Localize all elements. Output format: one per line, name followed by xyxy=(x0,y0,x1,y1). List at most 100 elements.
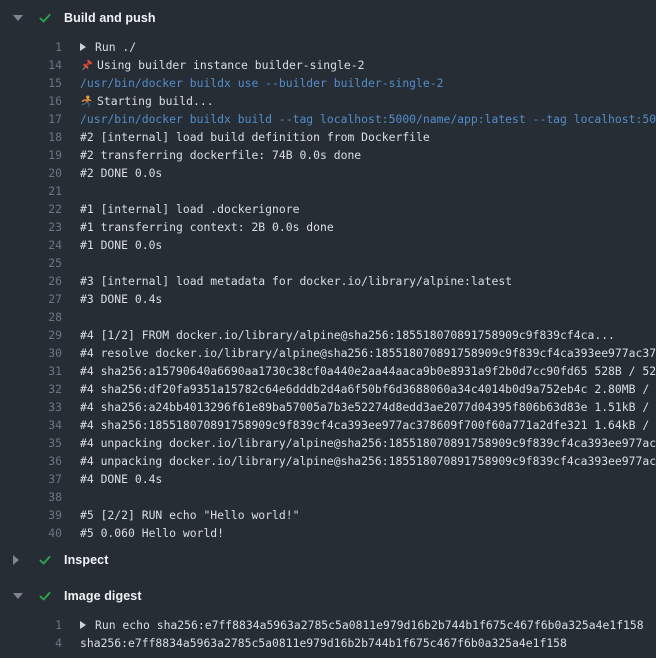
log-line: 19 #2 transferring dockerfile: 74B 0.0s d… xyxy=(13,146,656,164)
log-line: 27 #3 DONE 0.4s xyxy=(13,290,656,308)
pushpin-icon xyxy=(80,59,93,72)
log-line: 38 xyxy=(13,488,656,506)
section-title: Build and push xyxy=(64,11,156,25)
line-number[interactable]: 31 xyxy=(13,362,62,380)
log-lines-image-digest: 1 Run echo sha256:e7ff8834a5963a2785c5a08… xyxy=(0,614,656,652)
line-number[interactable]: 25 xyxy=(13,254,62,272)
log-line: 20 #2 DONE 0.0s xyxy=(13,164,656,182)
line-number[interactable]: 40 xyxy=(13,524,62,542)
log-line: 15/usr/bin/docker buildx use --builder b… xyxy=(13,74,656,92)
line-text: Run ./ xyxy=(95,38,136,56)
line-text: Using builder instance builder-single-2 xyxy=(97,56,364,74)
line-text: #2 DONE 0.0s xyxy=(80,164,162,182)
line-text: #4 resolve docker.io/library/alpine@sha2… xyxy=(80,344,656,362)
runner-icon xyxy=(80,95,93,108)
section-header-inspect[interactable]: Inspect xyxy=(0,542,656,578)
line-text: #5 [2/2] RUN echo "Hello world!" xyxy=(80,506,299,524)
log-line-command: 1 Run echo sha256:e7ff8834a5963a2785c5a08… xyxy=(13,616,656,634)
line-number[interactable]: 20 xyxy=(13,164,62,182)
line-number[interactable]: 14 xyxy=(13,56,62,74)
check-icon xyxy=(38,589,52,603)
line-number[interactable]: 4 xyxy=(13,634,62,652)
log-line: 18 #2 [internal] load build definition fr… xyxy=(13,128,656,146)
check-icon xyxy=(38,11,52,25)
line-number[interactable]: 1 xyxy=(13,616,62,634)
log-line: 25 xyxy=(13,254,656,272)
line-number[interactable]: 33 xyxy=(13,398,62,416)
line-text: #1 DONE 0.0s xyxy=(80,236,162,254)
log-line: 26 #3 [internal] load metadata for docker… xyxy=(13,272,656,290)
log-line: 23 #1 transferring context: 2B 0.0s done xyxy=(13,218,656,236)
log-line: 30 #4 resolve docker.io/library/alpine@sh… xyxy=(13,344,656,362)
line-number[interactable]: 18 xyxy=(13,128,62,146)
line-text: #4 sha256:df20fa9351a15782c64e6dddb2d4a6… xyxy=(80,380,656,398)
line-text: #4 [1/2] FROM docker.io/library/alpine@s… xyxy=(80,326,615,344)
log-line: 37 #4 DONE 0.4s xyxy=(13,470,656,488)
line-text: /usr/bin/docker buildx use --builder bui… xyxy=(80,74,443,92)
log-lines-build-and-push: 1 Run ./ 14 Using builder instance builder-… xyxy=(0,36,656,542)
line-number[interactable]: 37 xyxy=(13,470,62,488)
log-line-command: 1 Run ./ xyxy=(13,38,656,56)
line-number[interactable]: 34 xyxy=(13,416,62,434)
line-number[interactable]: 21 xyxy=(13,182,62,200)
line-number[interactable]: 17 xyxy=(13,110,62,128)
line-text: #4 unpacking docker.io/library/alpine@sh… xyxy=(80,434,656,452)
log-line: 17/usr/bin/docker buildx build --tag loc… xyxy=(13,110,656,128)
line-number[interactable]: 15 xyxy=(13,74,62,92)
line-number[interactable]: 38 xyxy=(13,488,62,506)
log-line: 21 xyxy=(13,182,656,200)
chevron-down-icon xyxy=(13,593,23,599)
line-text: #1 transferring context: 2B 0.0s done xyxy=(80,218,334,236)
line-number[interactable]: 24 xyxy=(13,236,62,254)
line-text: #4 sha256:a15790640a6690aa1730c38cf0a440… xyxy=(80,362,656,380)
line-text: sha256:e7ff8834a5963a2785c5a0811e979d16b… xyxy=(80,634,567,652)
line-text: #2 [internal] load build definition from… xyxy=(80,128,430,146)
line-number[interactable]: 30 xyxy=(13,344,62,362)
log-line: 33 #4 sha256:a24bb4013296f61e89ba57005a7b… xyxy=(13,398,656,416)
line-number[interactable]: 32 xyxy=(13,380,62,398)
line-number[interactable]: 16 xyxy=(13,92,62,110)
log-line: 39 #5 [2/2] RUN echo "Hello world!" xyxy=(13,506,656,524)
log-line: 14 Using builder instance builder-single-… xyxy=(13,56,656,74)
line-text: Run echo sha256:e7ff8834a5963a2785c5a081… xyxy=(95,616,644,634)
line-number[interactable]: 23 xyxy=(13,218,62,236)
log-line: 29 #4 [1/2] FROM docker.io/library/alpine… xyxy=(13,326,656,344)
log-line: 28 xyxy=(13,308,656,326)
expand-group-icon[interactable] xyxy=(80,43,95,51)
log-line: 35 #4 unpacking docker.io/library/alpine@… xyxy=(13,434,656,452)
line-number[interactable]: 22 xyxy=(13,200,62,218)
line-text: #2 transferring dockerfile: 74B 0.0s don… xyxy=(80,146,361,164)
log-line: 24 #1 DONE 0.0s xyxy=(13,236,656,254)
line-text: #4 sha256:185518070891758909c9f839cf4ca3… xyxy=(80,416,656,434)
log-line: 40#5 0.060 Hello world! xyxy=(13,524,656,542)
line-text: #1 [internal] load .dockerignore xyxy=(80,200,299,218)
line-number[interactable]: 39 xyxy=(13,506,62,524)
log-line: 31 #4 sha256:a15790640a6690aa1730c38cf0a4… xyxy=(13,362,656,380)
section-header-build-and-push[interactable]: Build and push xyxy=(0,0,656,36)
section-title: Image digest xyxy=(64,589,142,603)
log-line: 4 sha256:e7ff8834a5963a2785c5a0811e979d16… xyxy=(13,634,656,652)
chevron-right-icon xyxy=(13,555,23,565)
log-line: 16 Starting build... xyxy=(13,92,656,110)
line-number[interactable]: 29 xyxy=(13,326,62,344)
line-text: #4 sha256:a24bb4013296f61e89ba57005a7b3e… xyxy=(80,398,656,416)
line-number[interactable]: 26 xyxy=(13,272,62,290)
line-number[interactable]: 1 xyxy=(13,38,62,56)
line-number[interactable]: 35 xyxy=(13,434,62,452)
line-number[interactable]: 27 xyxy=(13,290,62,308)
line-number[interactable]: 19 xyxy=(13,146,62,164)
expand-group-icon[interactable] xyxy=(80,621,95,629)
line-text: #3 [internal] load metadata for docker.i… xyxy=(80,272,512,290)
log-line: 36 #4 unpacking docker.io/library/alpine@… xyxy=(13,452,656,470)
chevron-down-icon xyxy=(13,15,23,21)
line-number[interactable]: 36 xyxy=(13,452,62,470)
line-number[interactable]: 28 xyxy=(13,308,62,326)
line-text: #3 DONE 0.4s xyxy=(80,290,162,308)
line-text: #4 DONE 0.4s xyxy=(80,470,162,488)
log-line: 22 #1 [internal] load .dockerignore xyxy=(13,200,656,218)
section-header-image-digest[interactable]: Image digest xyxy=(0,578,656,614)
line-text: /usr/bin/docker buildx build --tag local… xyxy=(80,110,656,128)
line-text: #4 unpacking docker.io/library/alpine@sh… xyxy=(80,452,656,470)
check-icon xyxy=(38,553,52,567)
line-text: Starting build... xyxy=(97,92,214,110)
